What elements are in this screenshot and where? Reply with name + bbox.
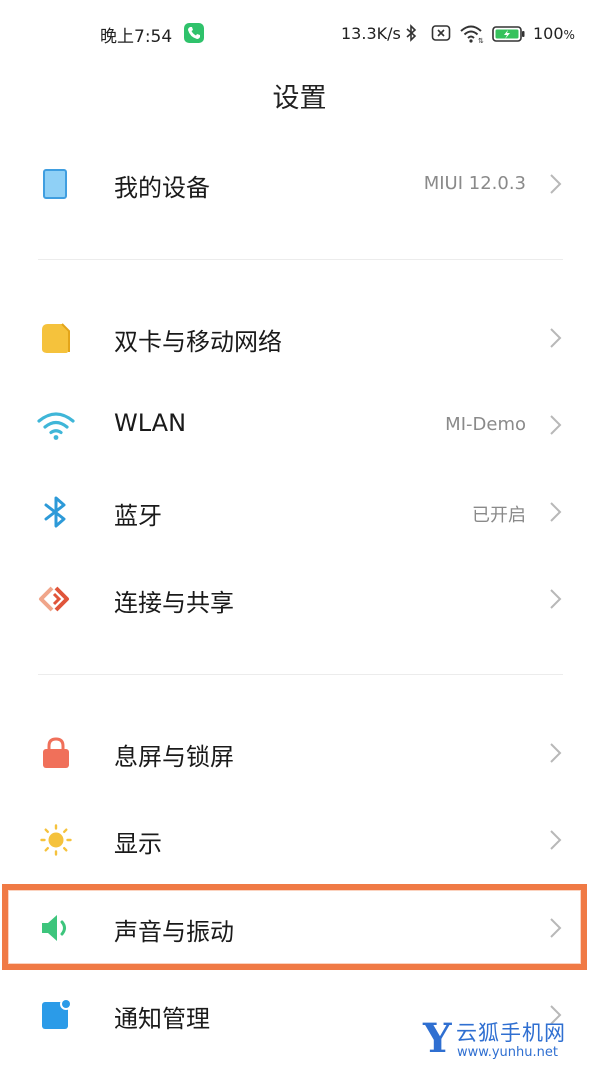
settings-item-sim[interactable]: 双卡与移动网络 (0, 298, 599, 378)
page-title: 设置 (272, 83, 327, 114)
settings-item-label: WLAN (114, 409, 187, 437)
settings-item-value: MIUI 12.0.3 (423, 173, 526, 194)
section-divider (38, 259, 563, 260)
settings-item-value: MI-Demo (445, 414, 526, 435)
settings-item-bluetooth[interactable]: 蓝牙 已开启 (0, 472, 599, 552)
chevron-right-icon (548, 173, 562, 195)
tablet-icon (36, 168, 76, 200)
chevron-right-icon (548, 327, 562, 349)
speaker-icon (36, 912, 76, 944)
net-speed: 13.3K/s (341, 24, 401, 43)
settings-item-lock-screen[interactable]: 息屏与锁屏 (0, 713, 599, 793)
settings-item-label: 通知管理 (114, 1005, 210, 1033)
chevron-right-icon (548, 742, 562, 764)
sim-card-icon (36, 322, 76, 354)
bluetooth-status-icon (404, 24, 418, 46)
status-bar: 晚上7:54 13.3K/s ⇅ 100% (0, 0, 599, 70)
section-divider (38, 674, 563, 675)
wifi-status-icon: ⇅ (459, 24, 485, 48)
lock-icon (36, 737, 76, 769)
battery-icon (492, 25, 526, 47)
svg-text:⇅: ⇅ (478, 37, 484, 44)
chevron-right-icon (548, 917, 562, 939)
settings-item-sound-vibration[interactable]: 声音与振动 (0, 888, 599, 968)
no-sim-icon (431, 24, 451, 46)
wifi-icon (36, 409, 76, 441)
settings-item-connection-sharing[interactable]: 连接与共享 (0, 559, 599, 639)
settings-item-label: 双卡与移动网络 (114, 328, 282, 356)
settings-item-display[interactable]: 显示 (0, 800, 599, 880)
settings-item-label: 连接与共享 (114, 589, 234, 617)
settings-item-label: 息屏与锁屏 (114, 743, 234, 771)
bluetooth-icon (36, 496, 76, 528)
chevron-right-icon (548, 829, 562, 851)
watermark-name: 云狐手机网 (456, 1021, 566, 1045)
settings-item-label: 显示 (114, 830, 162, 858)
notification-icon (36, 998, 76, 1031)
share-icon (36, 583, 76, 615)
settings-item-label: 我的设备 (114, 174, 210, 202)
phone-call-icon (184, 23, 204, 43)
settings-item-my-device[interactable]: 我的设备 MIUI 12.0.3 (0, 144, 599, 224)
chevron-right-icon (548, 414, 562, 436)
watermark-url: www.yunhu.net (457, 1045, 558, 1060)
settings-item-label: 声音与振动 (114, 918, 234, 946)
watermark-logo: Y (423, 1015, 452, 1062)
watermark: Y 云狐手机网 www.yunhu.net (423, 1015, 599, 1065)
sun-icon (36, 824, 76, 856)
settings-item-value: 已开启 (472, 505, 526, 526)
settings-item-wlan[interactable]: WLAN MI-Demo (0, 385, 599, 465)
chevron-right-icon (548, 501, 562, 523)
chevron-right-icon (548, 588, 562, 610)
status-time: 晚上7:54 (100, 27, 173, 47)
settings-item-label: 蓝牙 (114, 502, 162, 530)
battery-percent: 100% (533, 24, 575, 43)
